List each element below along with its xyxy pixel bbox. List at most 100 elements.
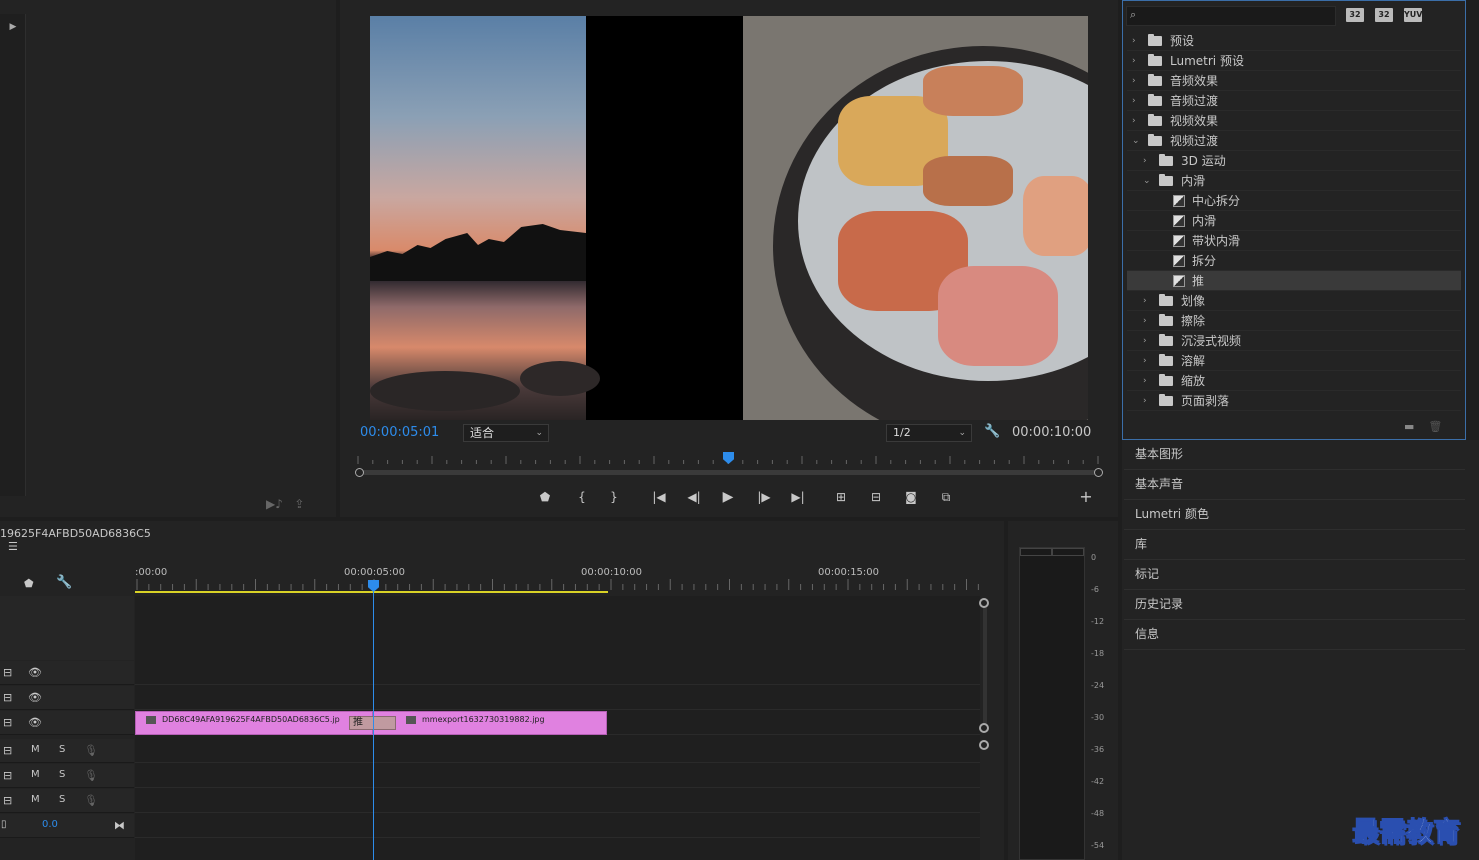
chevron-right-icon[interactable]: › [1143,291,1153,311]
chevron-right-icon[interactable]: › [1132,71,1142,91]
zoom-level-select[interactable]: 适合 ⌄ [463,424,549,442]
sync-lock-icon[interactable]: ⊟ [3,744,12,757]
export-frame-icon[interactable]: ⇪ [294,497,304,511]
scrub-start-handle[interactable] [355,468,364,477]
chevron-right-icon[interactable]: › [1143,331,1153,351]
chevron-right-icon[interactable]: › [1143,391,1153,411]
sequence-tab[interactable]: 19625F4AFBD50AD6836C5 ☰ [0,527,160,553]
mute-button[interactable]: M [31,769,40,780]
extract-icon[interactable]: ⊟ [865,487,887,507]
add-marker-icon[interactable]: ⬟ [24,577,34,590]
audio-track-header[interactable]: ⊟ M S 🎙 [0,789,134,813]
effects-tree-item[interactable]: 带状内滑 [1127,231,1461,251]
video-clip-1[interactable]: DD68C49AFA919625F4AFBD50AD6836C5.jp [135,711,373,735]
effects-tree-item[interactable]: › Lumetri 预设 [1127,51,1461,71]
chevron-right-icon[interactable]: › [1132,31,1142,51]
go-to-in-icon[interactable]: |◀ [648,487,670,507]
effects-tree-item[interactable]: › 溶解 [1127,351,1461,371]
video-track-lane[interactable] [135,661,980,685]
chevron-right-icon[interactable]: › [1143,371,1153,391]
solo-button[interactable]: S [59,744,65,755]
mark-in-icon[interactable]: { [571,487,593,507]
chevron-right-icon[interactable]: › [1132,91,1142,111]
side-panel-item[interactable]: Lumetri 颜色 [1124,500,1465,530]
yuv-effects-icon[interactable]: YUV [1404,8,1422,22]
microphone-icon[interactable]: 🎙 [84,744,98,757]
audio-track-lane[interactable] [135,764,980,788]
sync-lock-icon[interactable]: ⊟ [3,794,12,807]
eye-icon[interactable]: 👁 [28,666,42,679]
sync-lock-icon[interactable]: ⊟ [3,666,12,679]
chevron-right-icon[interactable]: › [1132,51,1142,71]
add-button-icon[interactable]: + [1075,487,1097,507]
play-icon[interactable]: ▶ [717,487,739,507]
32bit-effects-icon[interactable]: 32 [1375,8,1393,22]
panel-menu-icon[interactable]: ☰ [8,540,18,553]
chevron-down-icon[interactable]: ⌄ [1132,131,1142,151]
effects-tree-item[interactable]: 中心拆分 [1127,191,1461,211]
export-frame-camera-icon[interactable]: ◙ [900,487,922,507]
scroll-handle-mid[interactable] [979,723,989,733]
timeline-time-ruler[interactable]: :00:00 00:00:05:00 00:00:10:00 00:00:15:00 [135,562,980,594]
mute-button[interactable]: M [31,794,40,805]
effects-tree-item[interactable]: ⌄ 视频过渡 [1127,131,1461,151]
scroll-handle-audio[interactable] [979,740,989,750]
effects-tree-item[interactable]: 内滑 [1127,211,1461,231]
audio-track-header[interactable]: ⊟ M S 🎙 [0,764,134,788]
comparison-view-icon[interactable]: ⧉ [935,487,957,507]
audio-track-lane[interactable] [135,789,980,813]
chevron-right-icon[interactable]: › [1143,311,1153,331]
timeline-vertical-scrollbar[interactable] [983,604,987,724]
go-to-out-icon[interactable]: ▶| [787,487,809,507]
chevron-down-icon[interactable]: ⌄ [1143,171,1153,191]
effects-tree-item[interactable]: 推 [1127,271,1461,291]
effects-tree-item[interactable]: › 视频效果 [1127,111,1461,131]
sync-lock-icon[interactable]: ⊟ [3,716,12,729]
solo-button[interactable]: S [59,794,65,805]
sync-lock-icon[interactable]: ⊟ [3,769,12,782]
scroll-handle-top[interactable] [979,598,989,608]
effects-tree-item[interactable]: ⌄ 内滑 [1127,171,1461,191]
current-timecode[interactable]: 00:00:05:01 [360,425,450,441]
step-forward-icon[interactable]: |▶ [753,487,775,507]
effects-tree-item[interactable]: › 缩放 [1127,371,1461,391]
master-track-lane[interactable] [135,814,980,838]
master-track-header[interactable]: ▯ 0.0 ⧓ [0,814,134,838]
microphone-icon[interactable]: 🎙 [84,794,98,807]
eye-icon[interactable]: 👁 [28,691,42,704]
playback-resolution-select[interactable]: 1/2 ⌄ [886,424,972,442]
effects-tree-item[interactable]: › 划像 [1127,291,1461,311]
video-track-header[interactable]: ⊟ 👁 [0,686,134,710]
insert-icon[interactable]: ▶♪ [266,497,283,511]
effects-tree-item[interactable]: › 页面剥落 [1127,391,1461,411]
effects-tree-item[interactable]: › 音频效果 [1127,71,1461,91]
scrub-end-handle[interactable] [1094,468,1103,477]
side-panel-item[interactable]: 标记 [1124,560,1465,590]
side-panel-item[interactable]: 库 [1124,530,1465,560]
video-clip-2[interactable]: mmexport1632730319882.jpg [373,711,607,735]
side-panel-item[interactable]: 基本声音 [1124,470,1465,500]
lift-icon[interactable]: ⊞ [830,487,852,507]
mark-out-icon[interactable]: } [603,487,625,507]
sync-lock-icon[interactable]: ⊟ [3,691,12,704]
master-volume-value[interactable]: 0.0 [42,819,58,830]
side-panel-item[interactable]: 历史记录 [1124,590,1465,620]
effects-tree-item[interactable]: 拆分 [1127,251,1461,271]
accelerated-effects-icon[interactable]: 32 [1346,8,1364,22]
chevron-right-icon[interactable]: › [1132,111,1142,131]
chevron-right-icon[interactable]: › [1143,151,1153,171]
video-track-header[interactable]: ⊟ 👁 [0,661,134,685]
new-bin-folder-icon[interactable]: ▬ [1404,420,1414,433]
chevron-right-icon[interactable]: › [1143,351,1153,371]
settings-wrench-icon[interactable]: 🔧 [984,424,1002,442]
program-scrub-bar[interactable] [358,470,1100,475]
timeline-settings-wrench-icon[interactable]: 🔧 [56,575,72,590]
video-track-header[interactable]: ⊟ 👁 [0,711,134,735]
effects-tree-item[interactable]: › 3D 运动 [1127,151,1461,171]
mute-button[interactable]: M [31,744,40,755]
effects-search-input[interactable] [1126,6,1336,26]
work-area-bar[interactable] [135,591,608,593]
go-to-end-icon[interactable]: ⧓ [114,819,125,832]
effects-tree-item[interactable]: › 擦除 [1127,311,1461,331]
play-triangle-icon[interactable]: ▶ [4,18,22,36]
